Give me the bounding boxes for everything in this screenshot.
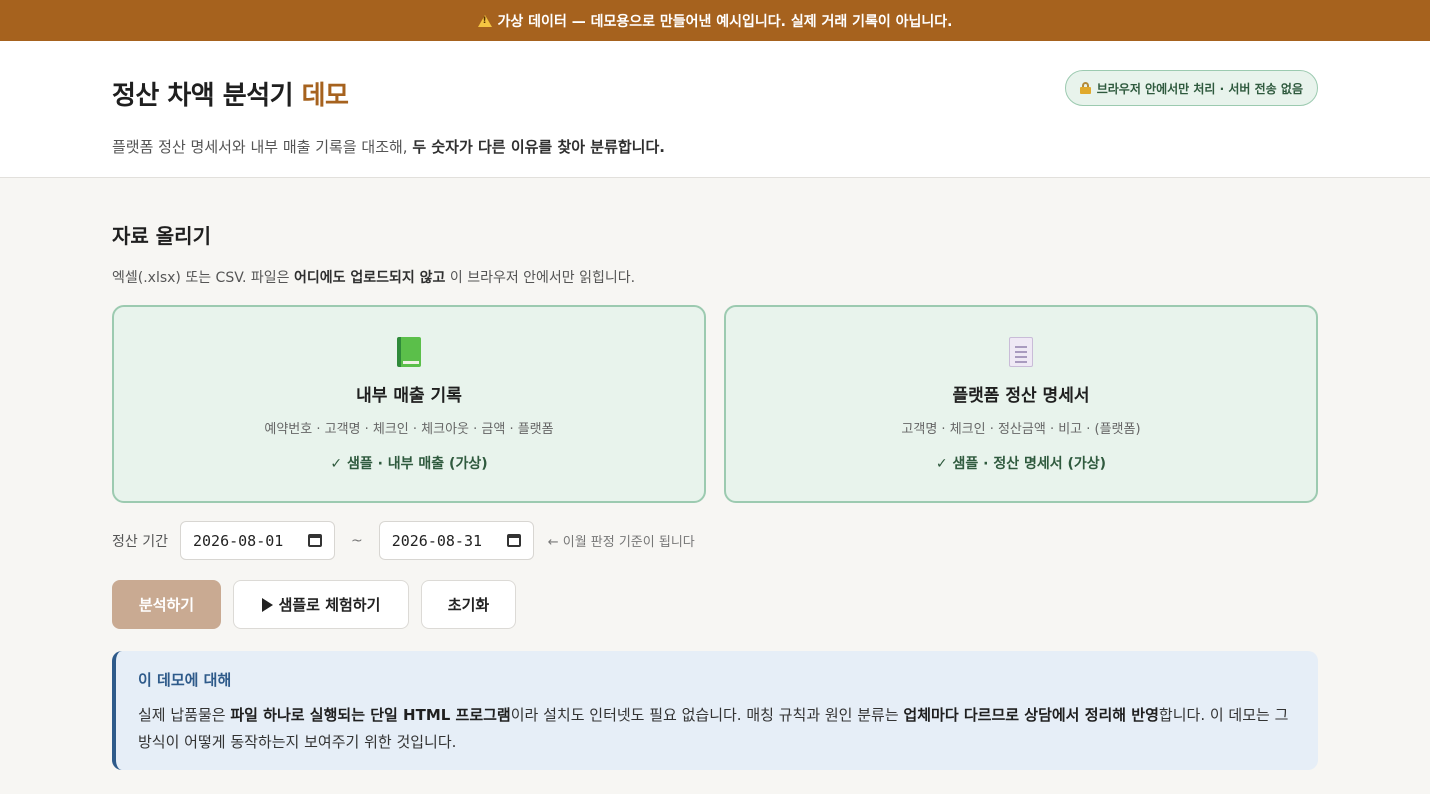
settlement-statement-dropzone[interactable]: 플랫폼 정산 명세서 고객명 · 체크인 · 정산금액 · 비고 · (플랫폼)… xyxy=(724,305,1318,503)
reset-button[interactable]: 초기화 xyxy=(421,580,516,629)
green-book-icon xyxy=(397,337,421,367)
card-title: 내부 매출 기록 xyxy=(356,386,462,406)
info-text: 이라 설치도 인터넷도 필요 없습니다. 매칭 규칙과 원인 분류는 xyxy=(510,706,904,724)
subtitle-plain: 플랫폼 정산 명세서와 내부 매출 기록을 대조해, xyxy=(112,138,413,156)
period-end-date-input[interactable]: 2026-08-31 xyxy=(378,521,534,560)
upload-desc-before: 엑셀(.xlsx) 또는 CSV. 파일은 xyxy=(112,270,294,286)
calendar-icon[interactable] xyxy=(506,534,521,547)
card-sample-status: ✓ 샘플 · 내부 매출 (가상) xyxy=(330,456,488,472)
calendar-icon[interactable] xyxy=(307,534,322,547)
info-text: 실제 납품물은 xyxy=(138,706,231,724)
info-body: 실제 납품물은 파일 하나로 실행되는 단일 HTML 프로그램이라 설치도 인… xyxy=(138,702,1296,756)
subtitle-bold: 두 숫자가 다른 이유를 찾아 분류합니다. xyxy=(412,138,665,156)
info-bold: 파일 하나로 실행되는 단일 HTML 프로그램 xyxy=(230,706,511,724)
upload-section-desc: 엑셀(.xlsx) 또는 CSV. 파일은 어디에도 업로드되지 않고 이 브라… xyxy=(112,267,1318,287)
period-start-value: 2026-08-01 xyxy=(192,531,284,550)
lock-icon xyxy=(1079,82,1091,94)
card-fields: 예약번호 · 고객명 · 체크인 · 체크아웃 · 금액 · 플랫폼 xyxy=(264,422,554,437)
demo-info-box: 이 데모에 대해 실제 납품물은 파일 하나로 실행되는 단일 HTML 프로그… xyxy=(112,651,1318,770)
privacy-badge-text: 브라우저 안에서만 처리 · 서버 전송 없음 xyxy=(1096,81,1303,96)
card-sample-status: ✓ 샘플 · 정산 명세서 (가상) xyxy=(935,456,1107,472)
upload-desc-bold: 어디에도 업로드되지 않고 xyxy=(293,270,446,286)
internal-sales-dropzone[interactable]: 내부 매출 기록 예약번호 · 고객명 · 체크인 · 체크아웃 · 금액 · … xyxy=(112,305,706,503)
main-content: 자료 올리기 엑셀(.xlsx) 또는 CSV. 파일은 어디에도 업로드되지 … xyxy=(0,220,1430,770)
privacy-badge: 브라우저 안에서만 처리 · 서버 전송 없음 xyxy=(1064,70,1318,106)
upload-desc-after: 이 브라우저 안에서만 읽힙니다. xyxy=(445,270,636,286)
page-header: 정산 차액 분석기 데모 플랫폼 정산 명세서와 내부 매출 기록을 대조해, … xyxy=(0,41,1430,178)
banner-text: 가상 데이터 — 데모용으로 만들어낸 예시입니다. 실제 거래 기록이 아닙니… xyxy=(497,13,953,30)
upload-section-title: 자료 올리기 xyxy=(112,224,211,248)
action-buttons: 분석하기 샘플로 체험하기 초기화 xyxy=(112,580,1318,629)
warning-icon xyxy=(477,14,492,27)
upload-cards: 내부 매출 기록 예약번호 · 고객명 · 체크인 · 체크아웃 · 금액 · … xyxy=(112,305,1318,503)
card-fields: 고객명 · 체크인 · 정산금액 · 비고 · (플랫폼) xyxy=(901,422,1141,437)
settlement-period: 정산 기간 2026-08-01 ~ 2026-08-31 ← 이월 판정 기준… xyxy=(112,521,1318,560)
period-label: 정산 기간 xyxy=(112,533,168,550)
period-separator: ~ xyxy=(350,532,363,549)
info-title: 이 데모에 대해 xyxy=(138,671,232,689)
document-icon xyxy=(1009,337,1033,367)
demo-warning-banner: 가상 데이터 — 데모용으로 만들어낸 예시입니다. 실제 거래 기록이 아닙니… xyxy=(0,0,1430,41)
analyze-button[interactable]: 분석하기 xyxy=(112,580,221,629)
page-subtitle: 플랫폼 정산 명세서와 내부 매출 기록을 대조해, 두 숫자가 다른 이유를 … xyxy=(112,136,1430,157)
period-end-value: 2026-08-31 xyxy=(391,531,483,550)
try-sample-label: 샘플로 체험하기 xyxy=(278,596,381,614)
try-sample-button[interactable]: 샘플로 체험하기 xyxy=(233,580,409,629)
page-title-accent: 데모 xyxy=(301,81,349,111)
page-title-main: 정산 차액 분석기 xyxy=(112,81,294,111)
play-icon xyxy=(261,597,273,612)
period-start-date-input[interactable]: 2026-08-01 xyxy=(179,521,335,560)
period-hint: ← 이월 판정 기준이 됩니다 xyxy=(547,535,695,550)
card-title: 플랫폼 정산 명세서 xyxy=(952,386,1090,406)
info-bold: 업체마다 다르므로 상담에서 정리해 반영 xyxy=(903,706,1159,724)
